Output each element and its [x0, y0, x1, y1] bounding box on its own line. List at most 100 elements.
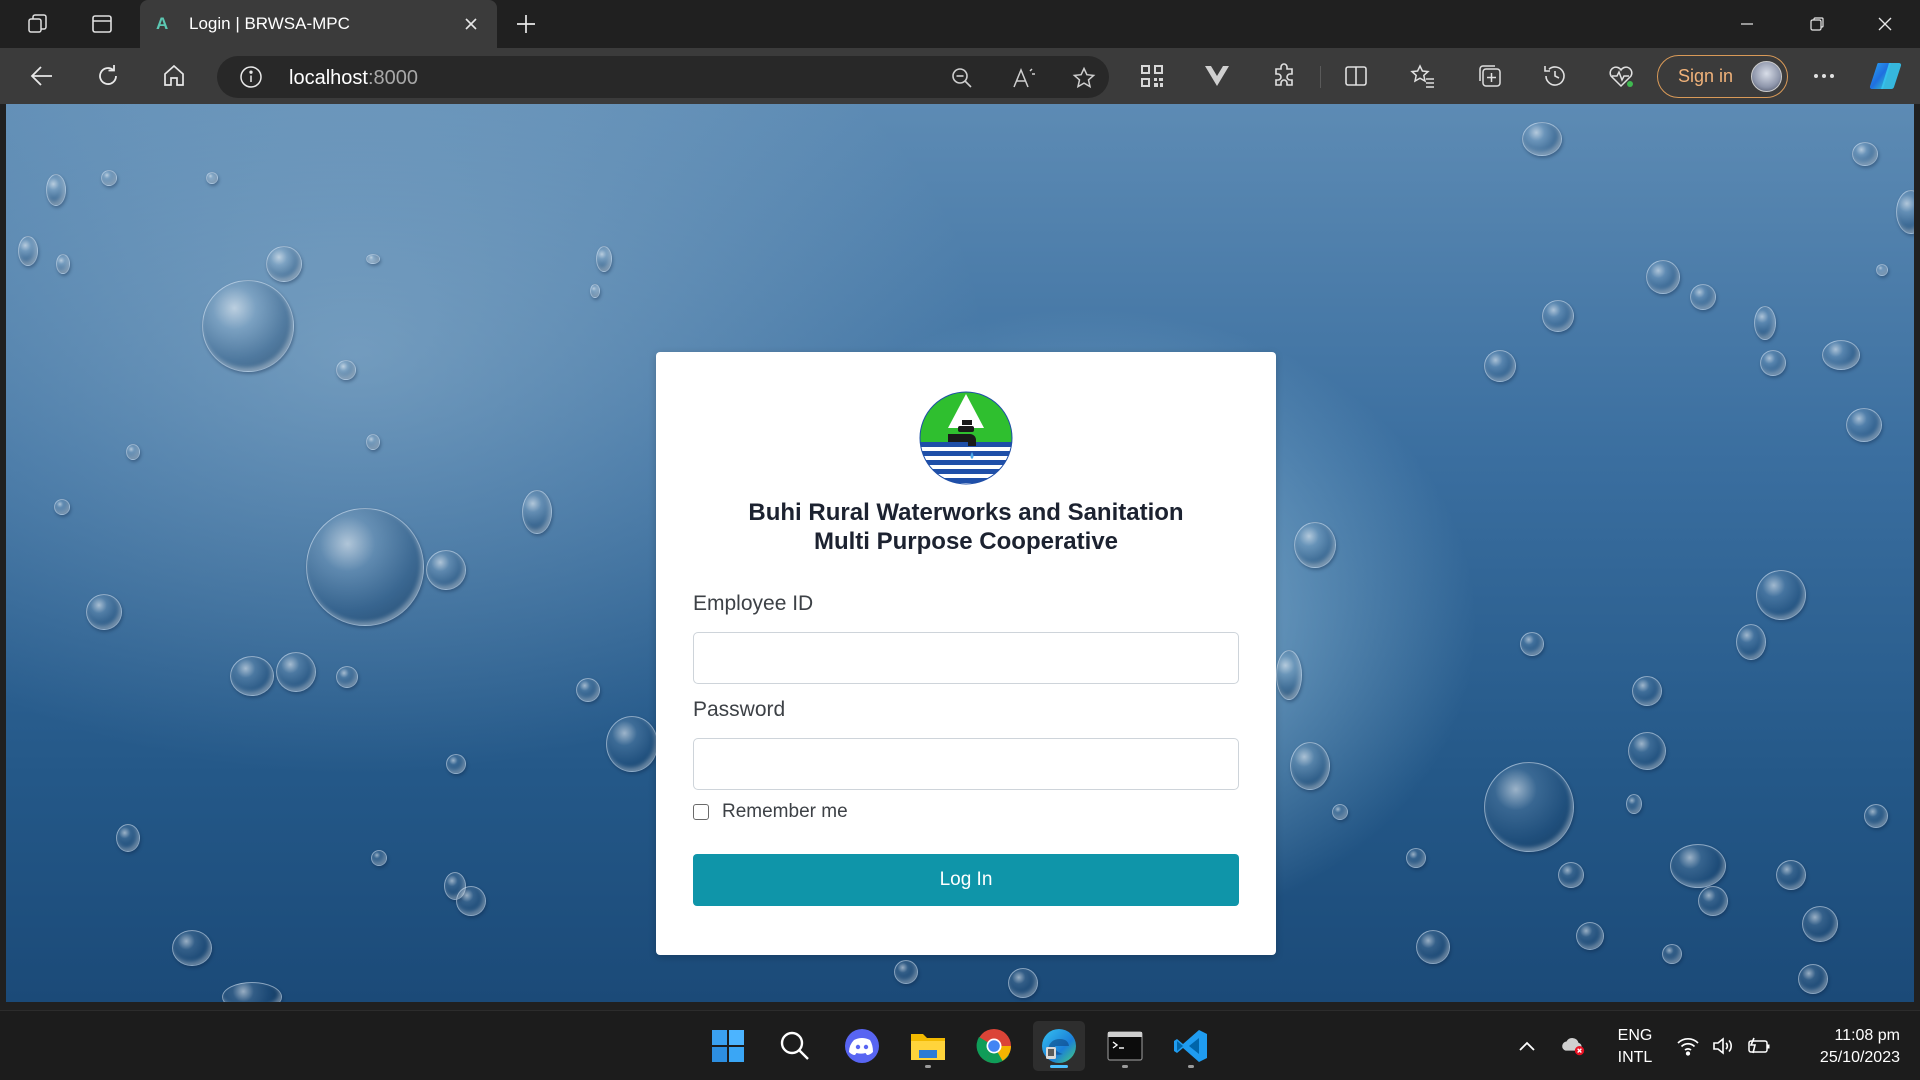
new-tab-icon[interactable] — [508, 6, 544, 42]
zoom-out-icon[interactable] — [948, 64, 976, 92]
water-droplet — [456, 886, 486, 916]
refresh-icon[interactable] — [90, 58, 126, 94]
active-tab[interactable]: A Login | BRWSA-MPC — [140, 0, 497, 48]
copilot-icon[interactable] — [1868, 58, 1904, 94]
water-droplet — [371, 850, 387, 866]
sign-in-label: Sign in — [1678, 66, 1734, 86]
favorites-icon[interactable] — [1405, 58, 1441, 94]
chrome-app-icon[interactable] — [968, 1021, 1020, 1071]
water-droplet — [1294, 522, 1336, 568]
minimize-icon[interactable] — [1712, 0, 1782, 48]
water-droplet — [1558, 862, 1584, 888]
language-code: ENG — [1617, 1027, 1653, 1044]
workspaces-icon[interactable] — [20, 6, 56, 42]
water-droplet — [1662, 944, 1682, 964]
restore-icon[interactable] — [1782, 0, 1852, 48]
water-droplet — [1646, 260, 1680, 294]
toolbar-separator — [1320, 66, 1321, 88]
tab-title: Login | BRWSA-MPC — [189, 14, 350, 33]
remember-me-label[interactable]: Remember me — [722, 801, 848, 823]
url-text: localhost:8000 — [289, 67, 418, 90]
water-droplet — [1846, 408, 1882, 442]
close-tab-icon[interactable] — [459, 12, 483, 36]
vertical-tabs-icon[interactable] — [84, 6, 120, 42]
water-droplet — [18, 236, 38, 266]
volume-icon[interactable] — [1710, 1034, 1736, 1058]
water-droplet — [576, 678, 600, 702]
site-info-icon[interactable] — [239, 65, 263, 89]
water-droplet — [266, 246, 302, 282]
water-droplet — [54, 499, 70, 515]
vscode-app-icon[interactable] — [1165, 1021, 1217, 1071]
page-viewport: Buhi Rural Waterworks and Sanitation Mul… — [6, 104, 1914, 1002]
water-droplet — [202, 280, 294, 372]
water-droplet — [126, 444, 140, 460]
onedrive-error-icon[interactable] — [1560, 1034, 1586, 1058]
input-language-indicator[interactable]: ENG INTL — [1612, 1025, 1658, 1069]
water-droplet — [522, 490, 552, 534]
show-hidden-icons-chevron-up-icon[interactable] — [1514, 1034, 1540, 1058]
search-icon[interactable] — [769, 1021, 821, 1071]
terminal-app-icon[interactable] — [1099, 1021, 1151, 1071]
water-droplet — [590, 284, 600, 298]
favorite-star-icon[interactable] — [1070, 64, 1098, 92]
browser-essentials-icon[interactable] — [1603, 58, 1639, 94]
login-card: Buhi Rural Waterworks and Sanitation Mul… — [656, 352, 1276, 955]
water-droplet — [1576, 922, 1604, 950]
water-droplet — [1484, 762, 1574, 852]
water-droplet — [1626, 794, 1642, 814]
water-droplet — [86, 594, 122, 630]
organization-name: Buhi Rural Waterworks and Sanitation Mul… — [656, 498, 1276, 556]
more-options-icon[interactable] — [1806, 58, 1842, 94]
water-droplet — [1690, 284, 1716, 310]
water-droplet — [1864, 804, 1888, 828]
clock-time: 11:08 pm — [1834, 1027, 1900, 1044]
qr-code-icon[interactable] — [1134, 58, 1170, 94]
discord-app-icon[interactable] — [836, 1021, 888, 1071]
water-droplet — [101, 170, 117, 186]
water-droplet — [366, 434, 380, 450]
edge-app-icon[interactable] — [1033, 1021, 1085, 1071]
water-droplet — [336, 360, 356, 380]
home-icon[interactable] — [156, 58, 192, 94]
close-window-icon[interactable] — [1850, 0, 1920, 48]
active-indicator — [1050, 1065, 1068, 1068]
browser-tab-strip: A Login | BRWSA-MPC — [0, 0, 1920, 48]
organization-name-line2: Multi Purpose Cooperative — [813, 528, 1119, 555]
sign-in-button[interactable]: Sign in — [1657, 55, 1788, 98]
water-droplet — [1754, 306, 1776, 340]
browser-toolbar: localhost:8000 Sign in — [0, 48, 1920, 104]
water-droplet — [1698, 886, 1728, 916]
remember-me-checkbox[interactable] — [693, 804, 709, 820]
password-label: Password — [693, 698, 786, 721]
wifi-icon[interactable] — [1675, 1034, 1701, 1058]
water-droplet — [1542, 300, 1574, 332]
system-clock[interactable]: 11:08 pm 25/10/2023 — [1790, 1025, 1900, 1069]
battery-charging-icon[interactable] — [1746, 1034, 1772, 1058]
water-droplet — [1628, 732, 1666, 770]
log-in-button[interactable]: Log In — [693, 854, 1239, 906]
cooperative-logo — [919, 391, 1013, 485]
water-droplet — [1876, 264, 1888, 276]
back-icon[interactable] — [24, 58, 60, 94]
vue-devtools-icon[interactable] — [1199, 58, 1235, 94]
start-button[interactable] — [702, 1021, 754, 1071]
read-aloud-icon[interactable] — [1010, 64, 1038, 92]
water-droplet — [222, 982, 282, 1002]
file-explorer-icon[interactable] — [902, 1021, 954, 1071]
split-screen-icon[interactable] — [1338, 58, 1374, 94]
water-droplet — [366, 254, 380, 264]
water-droplet — [56, 254, 70, 274]
water-droplet — [1520, 632, 1544, 656]
password-input[interactable] — [693, 738, 1239, 790]
water-droplet — [1798, 964, 1828, 994]
address-bar[interactable]: localhost:8000 — [217, 56, 1109, 98]
water-droplet — [1852, 142, 1878, 166]
extensions-icon[interactable] — [1266, 58, 1302, 94]
remember-me-row[interactable]: Remember me — [693, 801, 848, 823]
history-icon[interactable] — [1537, 58, 1573, 94]
water-droplet — [1632, 676, 1662, 706]
employee-id-input[interactable] — [693, 632, 1239, 684]
site-favicon-icon: A — [156, 14, 169, 33]
collections-icon[interactable] — [1472, 58, 1508, 94]
